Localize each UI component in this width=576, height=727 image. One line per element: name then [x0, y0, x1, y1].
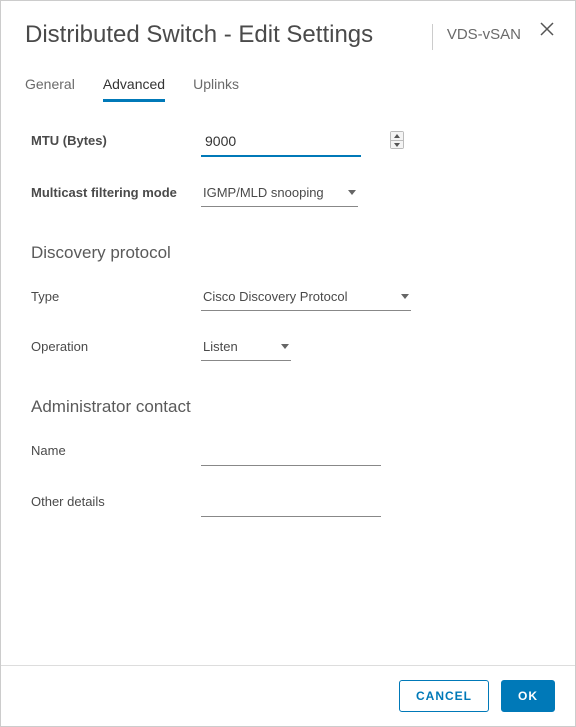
tab-advanced[interactable]: Advanced — [103, 70, 165, 102]
chevron-down-icon — [394, 143, 400, 147]
row-type: Type Cisco Discovery Protocol — [31, 285, 545, 311]
ok-button[interactable]: OK — [501, 680, 555, 712]
admin-other-input[interactable] — [201, 490, 381, 517]
dialog-title: Distributed Switch - Edit Settings — [25, 21, 432, 50]
multicast-value: IGMP/MLD snooping — [203, 185, 344, 200]
dialog-header: Distributed Switch - Edit Settings VDS-v… — [1, 1, 575, 60]
chevron-down-icon — [348, 190, 356, 195]
type-label: Type — [31, 285, 201, 304]
admin-name-label: Name — [31, 439, 201, 458]
row-operation: Operation Listen — [31, 335, 545, 361]
stepper-up[interactable] — [391, 132, 403, 140]
admin-other-label: Other details — [31, 490, 201, 509]
tab-uplinks[interactable]: Uplinks — [193, 70, 239, 102]
context-name: VDS-vSAN — [447, 26, 521, 43]
operation-value: Listen — [203, 339, 277, 354]
mtu-label: MTU (Bytes) — [31, 129, 201, 148]
edit-settings-dialog: Distributed Switch - Edit Settings VDS-v… — [0, 0, 576, 727]
admin-name-input[interactable] — [201, 439, 381, 466]
row-multicast: Multicast filtering mode IGMP/MLD snoopi… — [31, 181, 545, 207]
type-select[interactable]: Cisco Discovery Protocol — [201, 285, 411, 311]
operation-select[interactable]: Listen — [201, 335, 291, 361]
multicast-select[interactable]: IGMP/MLD snooping — [201, 181, 358, 207]
chevron-up-icon — [394, 134, 400, 138]
row-admin-other: Other details — [31, 490, 545, 517]
row-mtu: MTU (Bytes) — [31, 129, 545, 157]
tab-general[interactable]: General — [25, 70, 75, 102]
type-value: Cisco Discovery Protocol — [203, 289, 397, 304]
mtu-stepper[interactable] — [201, 129, 361, 157]
discovery-section-title: Discovery protocol — [31, 243, 545, 263]
operation-label: Operation — [31, 335, 201, 354]
stepper-buttons — [390, 131, 404, 149]
close-icon[interactable] — [539, 21, 555, 37]
header-divider — [432, 24, 433, 50]
cancel-button[interactable]: CANCEL — [399, 680, 489, 712]
tab-bar: General Advanced Uplinks — [1, 60, 575, 103]
mtu-input[interactable] — [201, 129, 390, 155]
multicast-label: Multicast filtering mode — [31, 181, 201, 200]
dialog-footer: CANCEL OK — [1, 665, 575, 726]
row-admin-name: Name — [31, 439, 545, 466]
chevron-down-icon — [281, 344, 289, 349]
chevron-down-icon — [401, 294, 409, 299]
stepper-down[interactable] — [391, 140, 403, 148]
admin-section-title: Administrator contact — [31, 397, 545, 417]
dialog-body: MTU (Bytes) Multicast filtering mode IGM… — [1, 103, 575, 665]
